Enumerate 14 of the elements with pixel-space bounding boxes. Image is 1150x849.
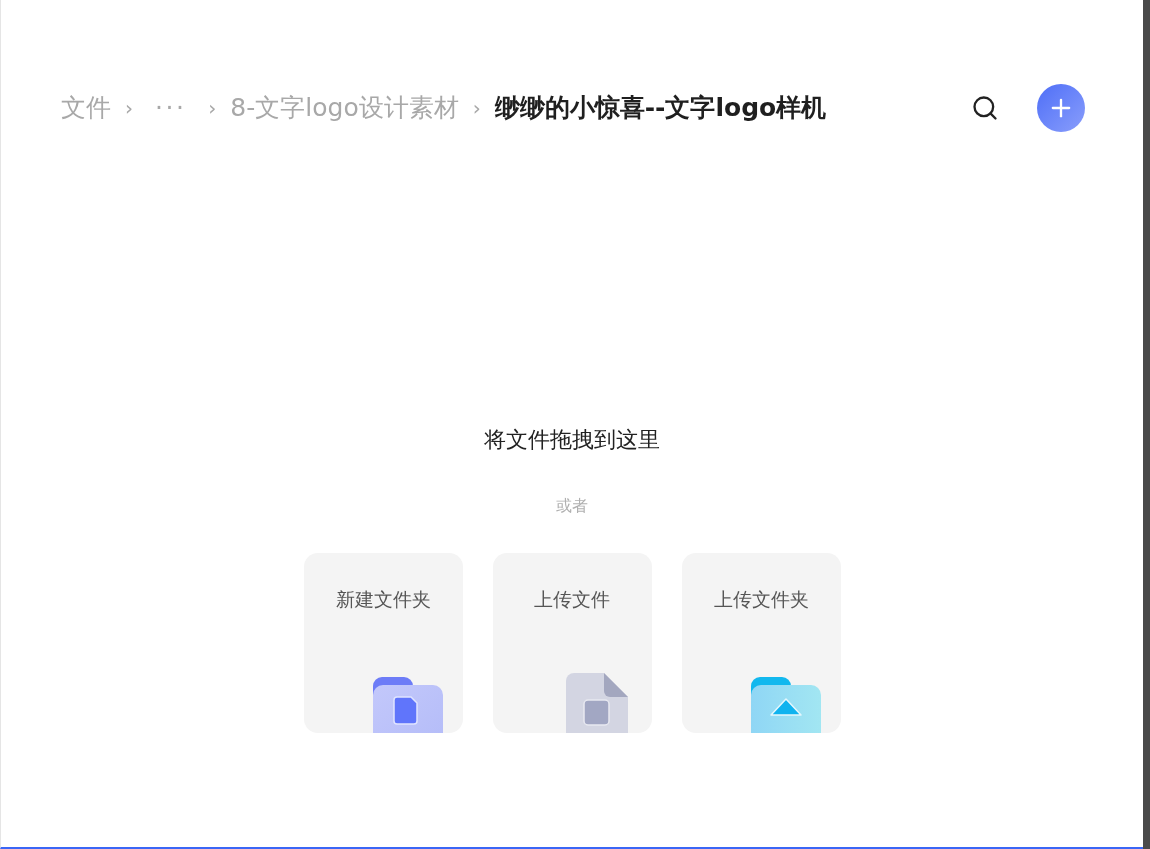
breadcrumb-item: 缈缈的小惊喜--文字logo样机 <box>494 92 827 125</box>
folder-upload-icon <box>750 677 821 733</box>
action-card[interactable]: 新建文件夹 <box>303 553 463 733</box>
action-card[interactable]: 上传文件夹 <box>681 553 841 733</box>
search-icon <box>971 94 999 122</box>
add-button[interactable] <box>1037 84 1085 132</box>
or-label: 或者 <box>556 495 588 517</box>
drop-zone-title: 将文件拖拽到这里 <box>484 426 660 454</box>
breadcrumb-separator: › <box>472 95 481 122</box>
file-icon <box>565 673 628 733</box>
folder-icon <box>372 677 443 733</box>
breadcrumb-separator: › <box>125 95 133 122</box>
action-card[interactable]: 上传文件 <box>492 553 652 733</box>
breadcrumb-separator: › <box>208 95 217 122</box>
